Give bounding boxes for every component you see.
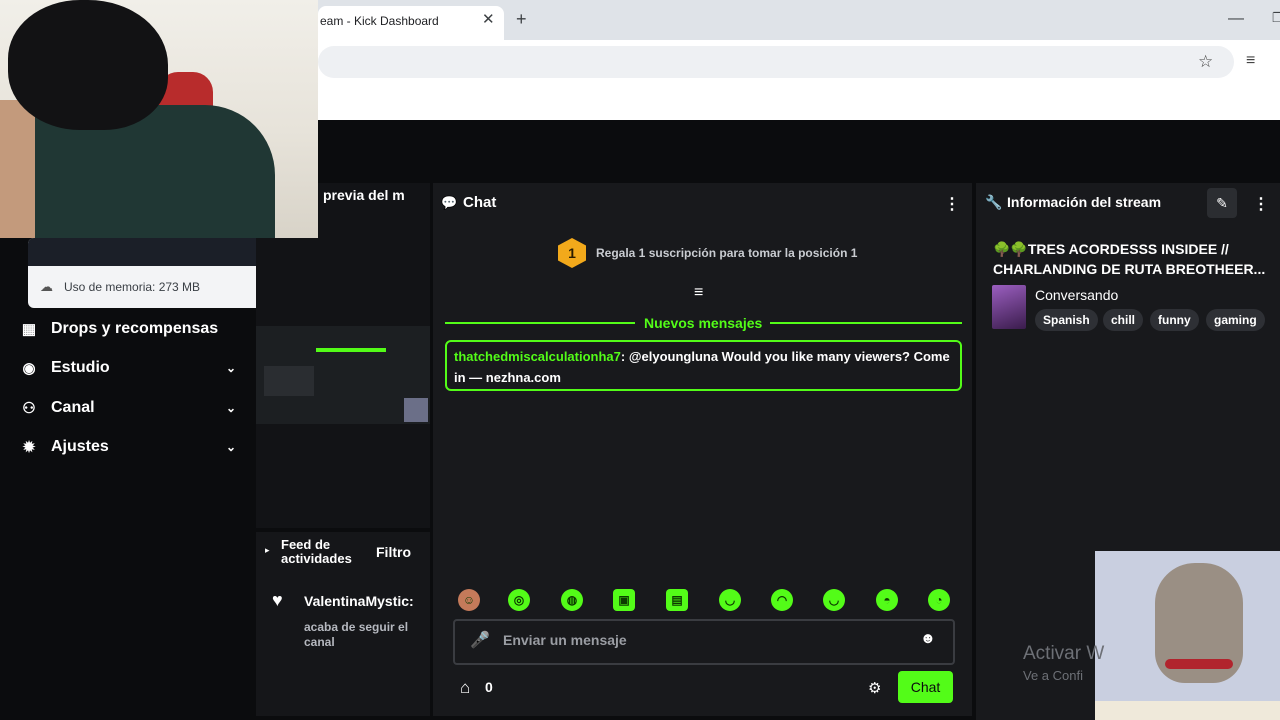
emote-button[interactable]: ◡ <box>823 589 845 611</box>
chat-message[interactable]: thatchedmiscalculationha7: @elyoungluna … <box>454 346 954 388</box>
feed-filter-button[interactable]: Filtro <box>376 544 411 560</box>
sidebar-item-label: Canal <box>51 399 95 416</box>
minimize-button[interactable]: — <box>1228 10 1244 28</box>
memory-icon: ☁ <box>40 279 53 294</box>
edit-stream-info-button[interactable]: ✎ <box>1207 188 1237 218</box>
category-thumbnail[interactable] <box>992 285 1026 329</box>
memory-usage-text: Uso de memoria: 273 MB <box>64 280 201 294</box>
emote-button[interactable]: ◡ <box>719 589 741 611</box>
bookmark-star-icon[interactable]: ☆ <box>1198 52 1213 72</box>
stream-tag[interactable]: funny <box>1150 309 1199 331</box>
feed-username[interactable]: ValentinaMystic: <box>304 593 414 609</box>
chevron-down-icon[interactable]: ⌄ <box>226 440 236 454</box>
maximize-button[interactable]: ❐ <box>1272 10 1280 26</box>
preview-block <box>264 366 314 396</box>
stream-tag[interactable]: gaming <box>1206 309 1265 331</box>
cartoon-dog-overlay <box>1095 551 1280 720</box>
windows-activation-subtitle: Ve a Confi <box>1023 668 1083 683</box>
chat-bubble-icon: 💬 <box>441 195 458 210</box>
wrench-icon: 🔧 <box>985 194 1003 210</box>
emote-button[interactable]: ▤ <box>666 589 688 611</box>
cartoon-collar <box>1165 659 1233 669</box>
new-messages-divider-left <box>445 322 635 324</box>
emote-button[interactable]: ◍ <box>561 589 583 611</box>
new-messages-label: Nuevos mensajes <box>644 315 763 331</box>
emote-button[interactable]: ◔ <box>928 589 950 611</box>
tab-title: eam - Kick Dashboard <box>320 14 439 28</box>
emote-button[interactable]: ☺ <box>458 589 480 611</box>
microphone-icon[interactable]: 🎤 <box>470 630 490 650</box>
chevron-down-icon[interactable]: ⌄ <box>226 401 236 415</box>
chat-title: Chat <box>463 194 497 211</box>
sidebar-item-label: Drops y recompensas <box>51 320 219 337</box>
sidebar-item-ajustes[interactable]: ✹ Ajustes ⌄ <box>20 429 236 465</box>
tab-close-icon[interactable]: ✕ <box>482 10 495 28</box>
new-messages-divider-right <box>770 322 962 324</box>
gift-icon: ▦ <box>21 321 37 338</box>
webcam-person-head <box>8 0 168 130</box>
emote-button[interactable]: ◎ <box>508 589 530 611</box>
cartoon-floor <box>1095 701 1280 720</box>
stream-info-title: Información del stream <box>1007 194 1162 210</box>
emote-button[interactable]: ▣ <box>613 589 635 611</box>
chevron-down-icon[interactable]: ⌄ <box>226 361 236 375</box>
scroll-to-bottom-icon[interactable]: ≡ <box>694 284 703 302</box>
more-options-icon[interactable]: ⋮ <box>944 194 960 214</box>
preview-green-line <box>316 348 386 352</box>
channel-points-count: 0 <box>485 679 493 695</box>
stream-category[interactable]: Conversando <box>1035 287 1118 303</box>
stream-preview-video[interactable] <box>256 326 430 424</box>
sidebar-item-label: Estudio <box>51 359 110 376</box>
tab-preview-thumbnail <box>28 238 282 266</box>
emote-button[interactable]: ◓ <box>876 589 898 611</box>
gift-subscription-prompt[interactable]: Regala 1 suscripción para tomar la posic… <box>596 246 857 260</box>
sidebar-item-drops[interactable]: ▦ Drops y recompensas <box>20 311 236 347</box>
channel-icon: ⚇ <box>22 400 36 417</box>
address-bar[interactable] <box>318 46 1234 78</box>
webcam-overlay <box>0 0 318 238</box>
chat-settings-icon[interactable]: ⚙ <box>868 679 881 697</box>
send-chat-button[interactable]: Chat <box>898 671 953 703</box>
sidebar-item-estudio[interactable]: ◉ Estudio ⌄ <box>20 350 236 386</box>
collapse-icon[interactable]: ▸ <box>265 545 270 556</box>
memory-usage-popup: ☁ Uso de memoria: 273 MB <box>28 238 282 308</box>
preview-avatar <box>404 398 428 422</box>
windows-activation-watermark: Activar W <box>1023 643 1105 664</box>
sidebar-item-label: Ajustes <box>51 438 109 455</box>
store-icon[interactable]: ⌂ <box>460 678 470 698</box>
settings-icon: ✹ <box>22 439 36 456</box>
stream-tag[interactable]: Spanish <box>1035 309 1098 331</box>
sidebar-item-canal[interactable]: ⚇ Canal ⌄ <box>20 390 236 426</box>
emote-button[interactable]: ◠ <box>771 589 793 611</box>
feed-action-text: acaba de seguir el canal <box>304 620 409 649</box>
media-control-icon[interactable]: ≡ <box>1246 52 1255 70</box>
studio-icon: ◉ <box>22 360 36 377</box>
feed-title: Feed de actividades <box>281 537 352 566</box>
more-options-icon[interactable]: ⋮ <box>1253 194 1269 214</box>
chat-input-placeholder[interactable]: Enviar un mensaje <box>503 632 627 648</box>
heart-icon: ♥ <box>272 590 283 610</box>
webcam-person-arm <box>0 100 35 238</box>
stream-title-text: 🌳🌳TRES ACORDESSS INSIDEE // CHARLANDING … <box>993 241 1266 277</box>
emoji-picker-icon[interactable]: ☻ <box>920 630 936 647</box>
webcam-person-shirt <box>0 105 275 238</box>
stream-tag[interactable]: chill <box>1103 309 1144 331</box>
chat-message-username[interactable]: thatchedmiscalculationha7 <box>454 349 621 364</box>
new-tab-button[interactable]: + <box>516 9 527 30</box>
preview-title: previa del m <box>323 187 405 203</box>
